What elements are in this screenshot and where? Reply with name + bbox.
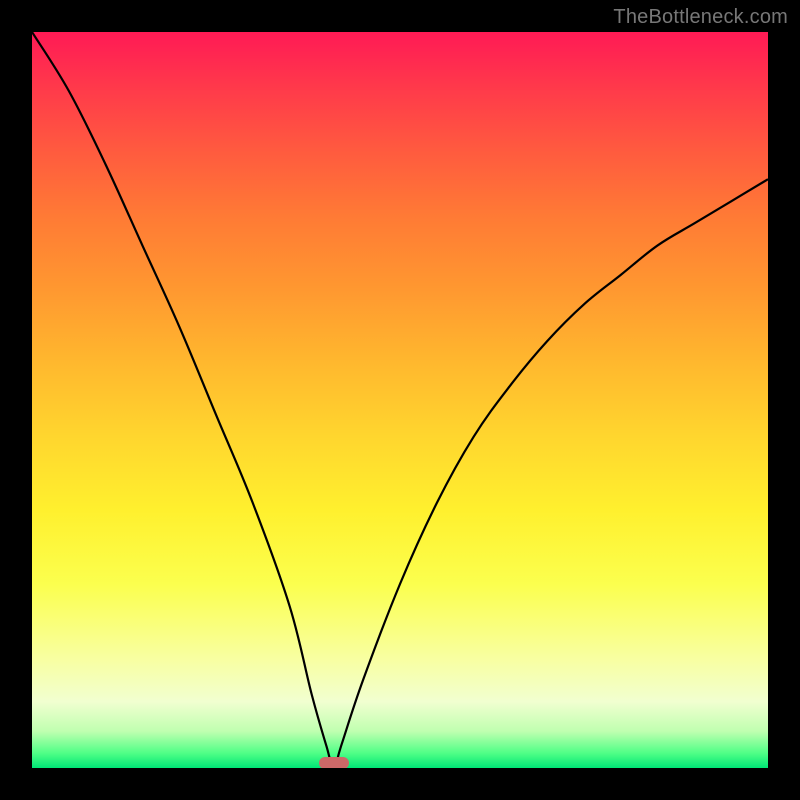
bottleneck-curve [32, 32, 768, 768]
attribution-text: TheBottleneck.com [613, 6, 788, 29]
plot-area [32, 32, 768, 768]
optimum-marker [319, 757, 349, 768]
chart-frame: TheBottleneck.com [0, 0, 800, 800]
curve-layer [32, 32, 768, 768]
